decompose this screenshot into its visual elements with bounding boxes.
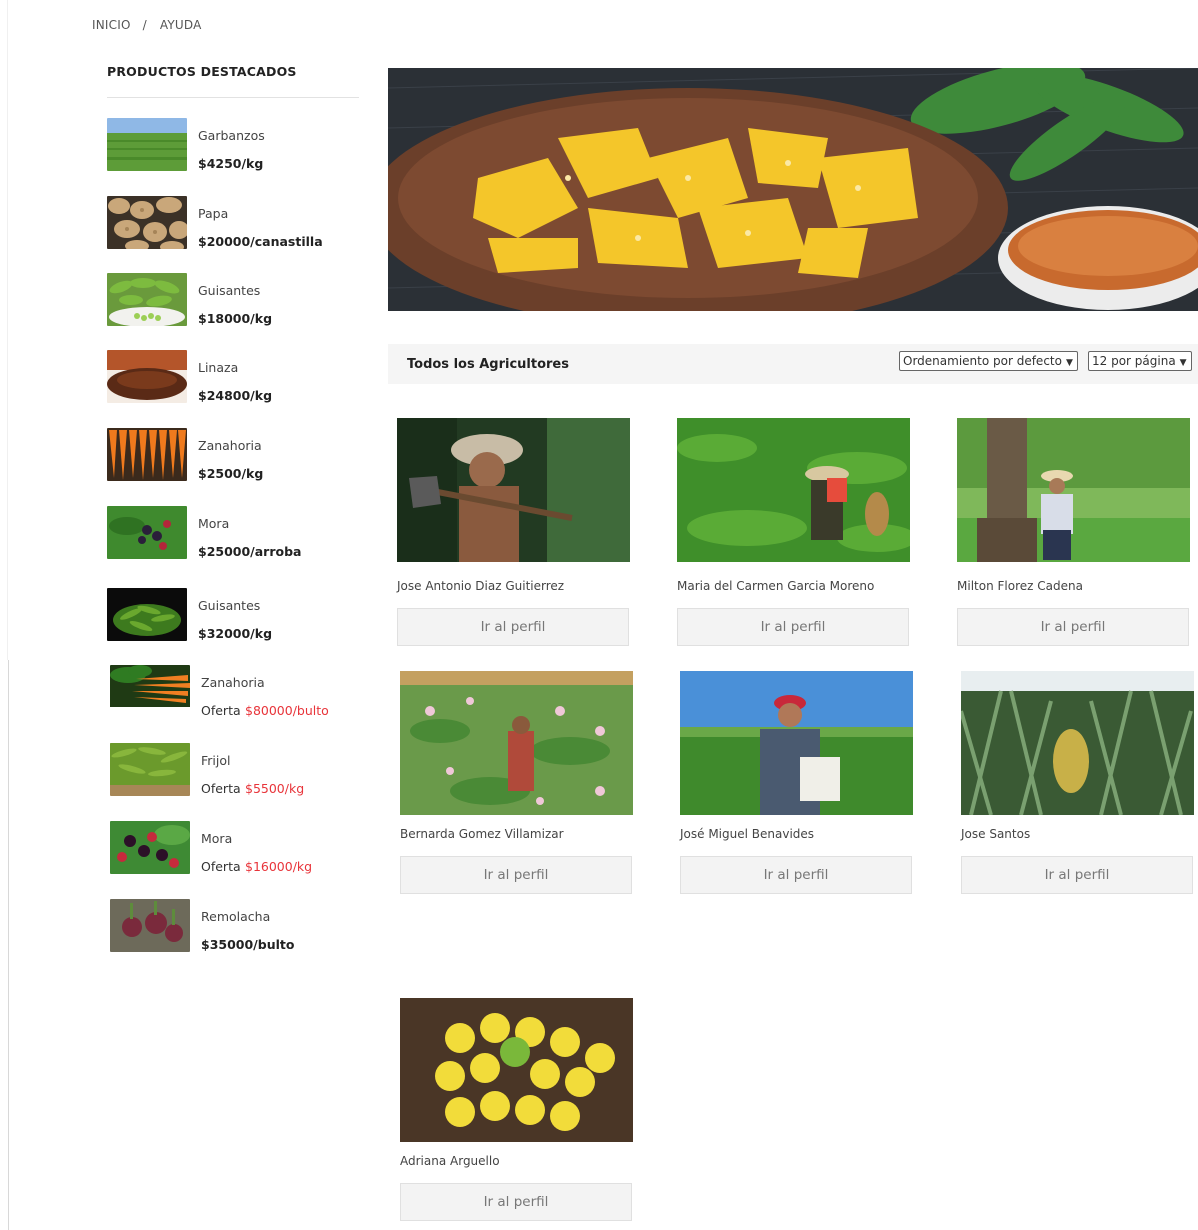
farmer-photo[interactable]	[677, 418, 910, 562]
product-item-papa[interactable]: Papa $20000/canastilla	[107, 196, 359, 252]
product-item-mora-oferta[interactable]: Mora Oferta $16000/kg	[110, 821, 362, 877]
product-thumbnail-zanahoria[interactable]	[107, 428, 187, 481]
product-name[interactable]: Mora	[201, 831, 232, 846]
product-price: $32000/kg	[198, 626, 273, 641]
product-name[interactable]: Mora	[198, 516, 229, 531]
product-name[interactable]: Garbanzos	[198, 128, 265, 143]
offer-price: $16000/kg	[245, 859, 313, 874]
farmer-photo[interactable]	[957, 418, 1190, 562]
product-name[interactable]: Linaza	[198, 360, 238, 375]
farmer-name: Jose Santos	[961, 827, 1031, 841]
farmer-photo[interactable]	[400, 671, 633, 815]
breadcrumb-separator: /	[142, 18, 147, 32]
product-price: Oferta $80000/bulto	[201, 703, 329, 718]
product-name[interactable]: Papa	[198, 206, 228, 221]
product-thumbnail-frijol[interactable]	[110, 743, 190, 796]
profile-button[interactable]: Ir al perfil	[961, 856, 1193, 894]
farmer-name: José Miguel Benavides	[680, 827, 815, 841]
product-item-zanahoria[interactable]: Zanahoria $2500/kg	[107, 428, 359, 484]
product-item-zanahoria-oferta[interactable]: Zanahoria Oferta $80000/bulto	[110, 665, 362, 721]
product-thumbnail-mora[interactable]	[107, 506, 187, 559]
hero-banner-image	[388, 68, 1198, 311]
offer-price: $5500/kg	[245, 781, 305, 796]
product-price: Oferta $16000/kg	[201, 859, 312, 874]
offer-price: $80000/bulto	[245, 703, 329, 718]
breadcrumb: INICIO / AYUDA	[92, 18, 202, 32]
featured-products-sidebar: PRODUCTOS DESTACADOS Garbanzos $4250/kg …	[107, 64, 359, 952]
product-name[interactable]: Zanahoria	[201, 675, 265, 690]
product-name[interactable]: Frijol	[201, 753, 231, 768]
product-price: $2500/kg	[198, 466, 264, 481]
farmer-photo[interactable]	[400, 998, 633, 1142]
product-item-garbanzos[interactable]: Garbanzos $4250/kg	[107, 118, 359, 174]
product-thumbnail-linaza[interactable]	[107, 350, 187, 403]
product-name[interactable]: Guisantes	[198, 598, 260, 613]
farmer-name: Jose Antonio Diaz Guitierrez	[397, 579, 565, 593]
product-item-frijol[interactable]: Frijol Oferta $5500/kg	[110, 743, 362, 799]
product-name[interactable]: Guisantes	[198, 283, 260, 298]
product-thumbnail-remolacha[interactable]	[110, 899, 190, 952]
chevron-down-icon: ▼	[1179, 358, 1187, 368]
breadcrumb-home-link[interactable]: INICIO	[92, 18, 131, 32]
product-thumbnail-guisantes[interactable]	[107, 273, 187, 326]
chevron-down-icon: ▼	[1065, 358, 1073, 368]
profile-button[interactable]: Ir al perfil	[400, 1183, 632, 1221]
section-title: Todos los Agricultores	[407, 357, 569, 372]
page-edge-line	[8, 660, 9, 1230]
farmer-photo[interactable]	[397, 418, 630, 562]
sort-order-value: Ordenamiento por defecto	[903, 354, 1062, 368]
product-price: $4250/kg	[198, 156, 264, 171]
breadcrumb-current: AYUDA	[159, 18, 202, 32]
profile-button[interactable]: Ir al perfil	[397, 608, 629, 646]
profile-button[interactable]: Ir al perfil	[677, 608, 909, 646]
profile-button[interactable]: Ir al perfil	[680, 856, 912, 894]
per-page-value: 12 por página	[1092, 354, 1176, 368]
product-price: $18000/kg	[198, 311, 273, 326]
product-thumbnail-guisantes-2[interactable]	[107, 588, 187, 641]
product-price: $35000/bulto	[201, 937, 295, 952]
product-price: Oferta $5500/kg	[201, 781, 304, 796]
product-price: $20000/canastilla	[198, 234, 323, 249]
sidebar-title: PRODUCTOS DESTACADOS	[107, 64, 359, 98]
product-thumbnail-garbanzos[interactable]	[107, 118, 187, 171]
farmers-toolbar: Todos los Agricultores Ordenamiento por …	[388, 344, 1198, 384]
product-thumbnail-mora-oferta[interactable]	[110, 821, 190, 874]
product-thumbnail-zanahoria-oferta[interactable]	[110, 665, 190, 718]
per-page-select[interactable]: 12 por página ▼	[1088, 351, 1192, 371]
farmer-name: Adriana Arguello	[400, 1154, 500, 1168]
product-price: $25000/arroba	[198, 544, 302, 559]
farmer-name: Bernarda Gomez Villamizar	[400, 827, 564, 841]
product-item-remolacha[interactable]: Remolacha $35000/bulto	[110, 899, 362, 955]
sort-order-select[interactable]: Ordenamiento por defecto ▼	[899, 351, 1078, 371]
profile-button[interactable]: Ir al perfil	[400, 856, 632, 894]
farmer-name: Maria del Carmen Garcia Moreno	[677, 579, 875, 593]
product-name[interactable]: Remolacha	[201, 909, 270, 924]
product-price: $24800/kg	[198, 388, 273, 403]
offer-label: Oferta	[201, 859, 241, 874]
product-item-guisantes[interactable]: Guisantes $18000/kg	[107, 273, 359, 329]
product-item-mora[interactable]: Mora $25000/arroba	[107, 506, 359, 562]
offer-label: Oferta	[201, 703, 241, 718]
farmer-name: Milton Florez Cadena	[957, 579, 1083, 593]
product-thumbnail-papa[interactable]	[107, 196, 187, 249]
product-item-linaza[interactable]: Linaza $24800/kg	[107, 350, 359, 406]
farmer-photo[interactable]	[680, 671, 913, 815]
product-name[interactable]: Zanahoria	[198, 438, 262, 453]
offer-label: Oferta	[201, 781, 241, 796]
page-edge	[7, 0, 8, 660]
product-item-guisantes-2[interactable]: Guisantes $32000/kg	[107, 588, 359, 644]
farmer-photo[interactable]	[961, 671, 1194, 815]
profile-button[interactable]: Ir al perfil	[957, 608, 1189, 646]
